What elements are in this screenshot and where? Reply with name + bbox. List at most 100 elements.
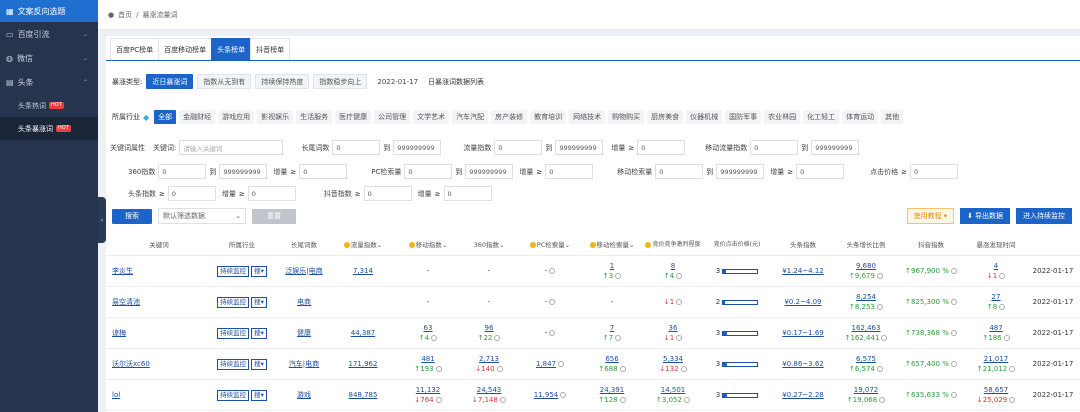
keyword-link[interactable]: 易空清池 (112, 297, 140, 307)
col-pc[interactable]: PC检索量⌄ (518, 240, 582, 250)
search-dropdown[interactable]: 搜 ▾ (251, 296, 267, 308)
continuous-monitor-button[interactable]: 进入持续监控 (1016, 208, 1072, 224)
type-from-zero-button[interactable]: 指数从无到有 (197, 74, 252, 89)
col-long-tail[interactable]: 长尾词数 (278, 240, 330, 250)
industry-food[interactable]: 厨房美食 (647, 110, 684, 124)
toutiao-increment-input[interactable]: 0 (247, 186, 296, 201)
col-toutiao-index[interactable]: 头条指数 (770, 240, 836, 250)
industry-label: 所属行业 (112, 113, 140, 121)
long-tail-min-input[interactable]: 0 (332, 140, 381, 155)
monitor-button[interactable]: 持续监控 (217, 327, 250, 339)
industry-military[interactable]: 国防军事 (725, 110, 762, 124)
industry-realestate[interactable]: 房产装修 (491, 110, 528, 124)
search-dropdown[interactable]: 搜 ▾ (251, 265, 267, 277)
cell-surge-date: 2022-01-17 (1032, 298, 1074, 306)
i360-increment-input[interactable]: 0 (299, 164, 348, 179)
monitor-button[interactable]: 持续监控 (217, 265, 250, 277)
filter-preset-select[interactable]: 默认筛选数据 ⌄ (158, 208, 246, 224)
toutiao-index-input[interactable]: 0 (167, 186, 216, 201)
sidebar-item-wechat[interactable]: ◍ 微信 ⌄ (0, 46, 98, 70)
tab-toutiao[interactable]: 头条榜单 (211, 38, 252, 60)
sidebar-subitem-hot-words[interactable]: 头条热词 HOT (0, 94, 98, 117)
i360-max-input[interactable]: 999999999 (219, 164, 268, 179)
tutorial-button[interactable]: 使用教程 ▾ (906, 208, 955, 224)
industry-entertainment[interactable]: 影视娱乐 (257, 110, 294, 124)
sidebar-item-toutiao[interactable]: ▤ 头条 ⌃ (0, 70, 98, 94)
mobile-increment-input[interactable]: 0 (796, 164, 845, 179)
industry-auto[interactable]: 汽车汽配 (452, 110, 489, 124)
click-price-input[interactable]: 0 (909, 164, 958, 179)
industry-chemical[interactable]: 化工轻工 (803, 110, 840, 124)
keyword-link[interactable]: 谅梅 (112, 328, 126, 338)
industry-management[interactable]: 公司管理 (374, 110, 411, 124)
industry-life-service[interactable]: 生活服务 (296, 110, 333, 124)
traffic-max-input[interactable]: 999999999 (555, 140, 604, 155)
history-icon (879, 397, 886, 403)
pc-increment-input[interactable]: 0 (545, 164, 594, 179)
col-toutiao-rate[interactable]: 头条增长比例 (836, 240, 896, 250)
history-icon (615, 273, 622, 279)
col-competition[interactable]: 竞价竞争激烈程度 (642, 241, 704, 248)
keyword-input[interactable]: 请输入关键词 (179, 140, 284, 155)
type-steady-rise-button[interactable]: 指数稳步向上 (313, 74, 368, 89)
mobile-traffic-min-input[interactable]: 0 (750, 140, 799, 155)
tab-baidu-pc[interactable]: 百度PC榜单 (110, 38, 160, 60)
col-360[interactable]: 360指数⌄ (460, 240, 518, 250)
history-icon (683, 397, 690, 403)
sidebar-subitem-surge-words[interactable]: 头条暴涨词 HOT (0, 117, 98, 140)
industry-all[interactable]: 全部 (154, 110, 177, 124)
industry-machinery[interactable]: 仪器机械 (686, 110, 723, 124)
search-dropdown[interactable]: 搜 ▾ (251, 389, 267, 401)
industry-network[interactable]: 网络技术 (569, 110, 606, 124)
douyin-index-input[interactable]: 0 (363, 186, 412, 201)
col-click-price[interactable]: 竞价点击价格(元) (704, 241, 770, 248)
col-surge-date[interactable]: 暴涨发现时间 (966, 240, 1026, 250)
monitor-button[interactable]: 持续监控 (217, 358, 250, 370)
pc-min-input[interactable]: 0 (404, 164, 453, 179)
search-button[interactable]: 搜索 (112, 208, 152, 224)
douyin-increment-input[interactable]: 0 (443, 186, 492, 201)
chevron-left-icon: ‹ (100, 216, 104, 224)
industry-finance[interactable]: 金融财经 (179, 110, 216, 124)
sidebar-item-baidu[interactable]: ▭ 百度引流 ⌄ (0, 22, 98, 46)
industry-health[interactable]: 医疗健康 (335, 110, 372, 124)
search-dropdown[interactable]: 搜 ▾ (251, 358, 267, 370)
industry-sports[interactable]: 体育运动 (842, 110, 879, 124)
type-keep-hot-button[interactable]: 持续保持热度 (255, 74, 310, 89)
industry-education[interactable]: 教育培训 (530, 110, 567, 124)
mobile-min-input[interactable]: 0 (655, 164, 704, 179)
keyword-link[interactable]: 李炎生 (112, 266, 133, 276)
keyword-link[interactable]: lol (112, 390, 120, 400)
breadcrumb-home[interactable]: 首页 (118, 10, 132, 20)
pc-max-input[interactable]: 999999999 (465, 164, 514, 179)
col-mobile-volume[interactable]: 移动检索量⌄ (582, 240, 642, 250)
keyword-link[interactable]: 沃尔沃xc60 (112, 359, 150, 369)
mobile-max-input[interactable]: 999999999 (716, 164, 765, 179)
col-douyin-index[interactable]: 抖音指数 (896, 240, 966, 250)
industry-games[interactable]: 游戏应用 (218, 110, 255, 124)
export-button[interactable]: ⬇ 导出数据 (960, 208, 1010, 224)
col-mobile-index[interactable]: 移动指数⌄ (396, 240, 460, 250)
search-dropdown[interactable]: 搜 ▾ (251, 327, 267, 339)
sidebar-title[interactable]: ▦ 文案反向选题 (0, 0, 98, 22)
mobile-traffic-max-input[interactable]: 999999999 (811, 140, 860, 155)
industry-agriculture[interactable]: 农业林园 (764, 110, 801, 124)
date-picker[interactable]: 2022-01-17 (371, 74, 424, 89)
col-keyword[interactable]: 关键词 (106, 240, 206, 250)
col-traffic[interactable]: 流量指数⌄ (330, 240, 396, 250)
reset-button[interactable]: 重置 (252, 208, 296, 224)
industry-shopping[interactable]: 购物购买 (608, 110, 645, 124)
collapse-sidebar-handle[interactable]: ‹ (98, 197, 106, 243)
tab-baidu-mobile[interactable]: 百度移动榜单 (158, 38, 213, 60)
long-tail-max-input[interactable]: 999999999 (393, 140, 442, 155)
traffic-min-input[interactable]: 0 (494, 140, 543, 155)
industry-literature[interactable]: 文学艺术 (413, 110, 450, 124)
cell-360: - (518, 328, 582, 338)
industry-other[interactable]: 其他 (881, 110, 904, 124)
type-recent-surge-button[interactable]: 近日暴涨词 (146, 74, 194, 89)
traffic-increment-input[interactable]: 0 (637, 140, 686, 155)
monitor-button[interactable]: 持续监控 (217, 389, 250, 401)
tab-douyin[interactable]: 抖音榜单 (250, 38, 291, 60)
monitor-button[interactable]: 持续监控 (217, 296, 250, 308)
i360-min-input[interactable]: 0 (158, 164, 207, 179)
